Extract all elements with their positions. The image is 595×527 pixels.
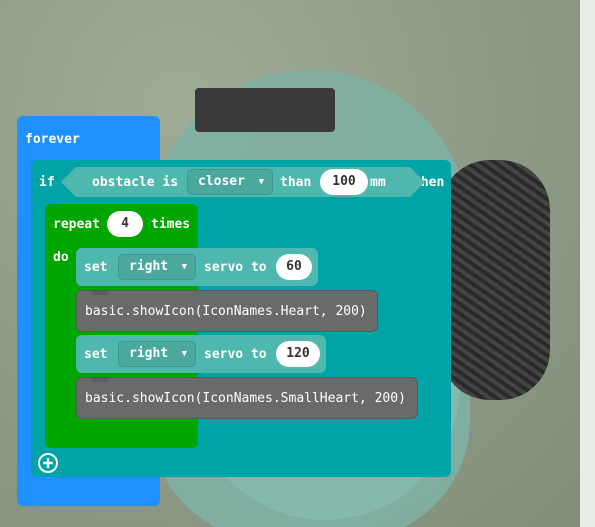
unit-label: mm bbox=[370, 175, 386, 190]
servo-to-label: servo to bbox=[204, 260, 267, 275]
javascript-block[interactable]: basic.showIcon(IconNames.Heart, 200) bbox=[76, 290, 378, 332]
set-servo-block[interactable]: set right ▼ servo to 60 bbox=[76, 248, 318, 286]
chevron-down-icon: ▼ bbox=[181, 349, 187, 359]
do-label: do bbox=[53, 250, 69, 265]
javascript-code: basic.showIcon(IconNames.SmallHeart, 200… bbox=[85, 391, 406, 406]
obstacle-label: obstacle is bbox=[92, 175, 179, 190]
repeat-count-input[interactable]: 4 bbox=[107, 211, 143, 237]
servo-to-label: servo to bbox=[204, 347, 267, 362]
if-label: if bbox=[39, 175, 55, 190]
javascript-block[interactable]: basic.showIcon(IconNames.SmallHeart, 200… bbox=[76, 377, 418, 419]
servo-value: right bbox=[129, 346, 169, 361]
set-label: set bbox=[84, 260, 108, 275]
angle-input[interactable]: 60 bbox=[276, 254, 312, 280]
distance-input[interactable]: 100 bbox=[320, 169, 368, 195]
servo-dropdown[interactable]: right ▼ bbox=[118, 341, 196, 367]
times-label: times bbox=[151, 217, 191, 232]
set-label: set bbox=[84, 347, 108, 362]
javascript-code: basic.showIcon(IconNames.Heart, 200) bbox=[85, 304, 367, 319]
chevron-down-icon: ▼ bbox=[181, 262, 187, 272]
forever-label: forever bbox=[25, 132, 80, 147]
set-servo-block[interactable]: set right ▼ servo to 120 bbox=[76, 335, 326, 373]
obstacle-condition-block[interactable]: obstacle is closer ▼ than 100 mm bbox=[61, 167, 425, 197]
than-label: than bbox=[280, 175, 312, 190]
repeat-label: repeat bbox=[53, 217, 100, 232]
comparator-dropdown[interactable]: closer ▼ bbox=[187, 169, 273, 195]
servo-value: right bbox=[129, 259, 169, 274]
comparator-value: closer bbox=[198, 174, 245, 189]
servo-dropdown[interactable]: right ▼ bbox=[118, 254, 196, 280]
plus-circle-icon[interactable] bbox=[38, 453, 58, 473]
angle-input[interactable]: 120 bbox=[276, 341, 320, 367]
chevron-down-icon: ▼ bbox=[258, 177, 264, 187]
